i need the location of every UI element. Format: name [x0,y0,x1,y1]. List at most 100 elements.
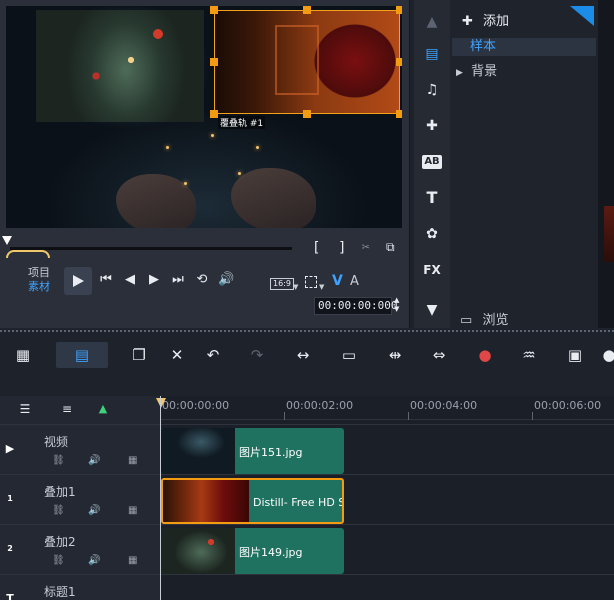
preview-screen[interactable]: 覆叠轨 #1 [6,6,402,228]
ruler-tick [532,412,533,420]
split-icon[interactable]: ⇹ [384,344,406,366]
grid-icon[interactable]: ▦ [128,555,137,566]
subtitle-editor-icon[interactable]: ▭ [338,344,360,366]
link-icon[interactable]: ⛓ [52,505,65,516]
resize-handle[interactable] [303,110,311,118]
split-clip-icon[interactable]: ✂ [362,240,370,255]
resize-handle[interactable] [396,58,402,66]
repeat-icon[interactable]: ⟲ [194,272,210,288]
trim-range-marker[interactable] [6,250,50,258]
time-ruler[interactable]: 00:00:00:00 00:00:02:00 00:00:04:00 00:0… [156,396,614,420]
trim-icon[interactable]: ⇔ [428,344,450,366]
ripple-editing-icon[interactable]: ▲ [92,398,114,420]
clip-overlay-2[interactable]: 图片149.jpg [161,528,344,574]
add-button[interactable]: ✚ 添加 [462,10,509,29]
volume-icon[interactable]: 🔊 [218,272,234,288]
track-name: 视频 [44,435,69,449]
sound-mixer-icon[interactable]: ♒ [518,344,540,366]
track-row-overlay-1: 1 叠加1 ⛓ 🔊 ▦ Distill- Free HD S [0,474,614,525]
timeline-view-icon: ▤ [74,346,90,364]
mode-project[interactable]: 项目 [28,266,50,280]
track-header-video[interactable]: ▶ 视频 ⛓ 🔊 ▦ [0,425,160,475]
scroll-up-icon[interactable]: ▲ [422,12,442,32]
library-item-background[interactable]: ▶ 背景 [456,60,497,79]
timecode-spinner[interactable]: ▲ ▼ [394,296,399,314]
track-manager-icon[interactable]: ☰ [14,398,36,420]
chevron-right-icon: ▶ [456,68,463,78]
timeline-view-button[interactable]: ▤ [56,342,108,368]
add-remove-chapter-icon[interactable]: ≡ [56,398,78,420]
resize-handle[interactable] [303,6,311,14]
go-to-start-icon[interactable]: ⏮ [98,272,114,288]
audio-toggle-button[interactable]: A [350,274,359,289]
resize-handle[interactable] [396,110,402,118]
resize-handle[interactable] [210,110,218,118]
tools-icon[interactable]: ✕ [166,344,188,366]
storyboard-view-icon[interactable]: ▦ [12,344,34,366]
play-button[interactable] [64,267,92,295]
copy-icon[interactable]: ❐ [128,344,150,366]
scroll-down-icon[interactable]: ▼ [422,300,442,320]
timecode-field[interactable]: 00:00:00:000 [314,297,397,315]
fit-project-icon[interactable]: ↔ [292,344,314,366]
ruler-label: 00:00:06:00 [534,399,602,412]
library-panel: ✚ 添加 样本 ▶ 背景 ▭ 浏览 [450,0,598,328]
track-name: 叠加1 [44,485,76,499]
mark-out-button[interactable]: ] [338,240,346,256]
link-icon[interactable]: ⛓ [52,455,65,466]
clip-thumbnail [163,480,249,522]
filter-icon[interactable]: FX [422,260,442,280]
mute-icon[interactable]: 🔊 [88,555,100,566]
video-toggle-button[interactable]: V [332,273,343,289]
resize-handle[interactable] [396,6,402,14]
preview-mode-selector[interactable]: 项目 素材 [28,266,50,294]
overlay-2-image[interactable] [36,10,204,122]
crop-icon[interactable] [305,276,317,288]
timeline-panel: ☰ ≡ ▲ 00:00:00:00 00:00:02:00 00:00:04:0… [0,396,614,600]
title-icon[interactable]: T [422,188,442,208]
go-to-end-icon[interactable]: ⏭ [170,272,186,288]
grid-icon[interactable]: ▦ [128,455,137,466]
graphics-icon[interactable]: ✿ [422,224,442,244]
undo-icon[interactable]: ↶ [202,344,224,366]
mute-icon[interactable]: 🔊 [88,505,100,516]
title-track-icon: T [6,592,14,600]
track-header-overlay-1[interactable]: 1 叠加1 ⛓ 🔊 ▦ [0,475,160,525]
effects-icon[interactable]: ● [598,344,614,366]
track-header-overlay-2[interactable]: 2 叠加2 ⛓ 🔊 ▦ [0,525,160,575]
overlay-track-label: 覆叠轨 #1 [218,116,266,129]
sparkle [211,134,214,137]
next-frame-icon[interactable]: ▶ [146,272,162,288]
instant-project-icon[interactable]: ✚ [422,116,442,136]
chevron-down-icon[interactable]: ▼ [319,283,324,291]
grid-icon[interactable]: ▦ [128,505,137,516]
browse-button[interactable]: ▭ 浏览 [460,309,508,328]
mode-clip[interactable]: 素材 [28,280,50,294]
sparkle [238,172,241,175]
thumbnail-image[interactable] [604,206,614,262]
resize-handle[interactable] [210,58,218,66]
library-item-sample[interactable]: 样本 [452,38,596,56]
previous-frame-icon[interactable]: ◀ [122,272,138,288]
media-icon[interactable]: ▤ [422,44,442,64]
enlarge-preview-icon[interactable]: ⧉ [386,240,395,255]
overlay-1-image[interactable] [214,10,400,114]
scrubber-bar[interactable] [10,247,292,250]
aspect-ratio-button[interactable]: 16:9 [270,278,294,290]
timeline-playhead[interactable] [160,396,161,600]
track-header-title-1[interactable]: T 标题1 [0,575,160,600]
panel-divider[interactable] [0,330,614,334]
record-capture-icon[interactable]: ● [474,344,496,366]
link-icon[interactable]: ⛓ [52,555,65,566]
mute-icon[interactable]: 🔊 [88,455,100,466]
chevron-down-icon[interactable]: ▼ [293,283,298,291]
clip-video[interactable]: 图片151.jpg [161,428,344,474]
mark-in-button[interactable]: [ [312,240,320,256]
clip-overlay-1-selected[interactable]: Distill- Free HD S [161,478,344,524]
transition-icon[interactable]: AB [422,155,442,169]
scrubber-handle[interactable] [2,236,12,245]
audio-icon[interactable]: ♫ [422,80,442,100]
resize-handle[interactable] [210,6,218,14]
redo-icon[interactable]: ↷ [246,344,268,366]
multi-camera-icon[interactable]: ▣ [564,344,586,366]
